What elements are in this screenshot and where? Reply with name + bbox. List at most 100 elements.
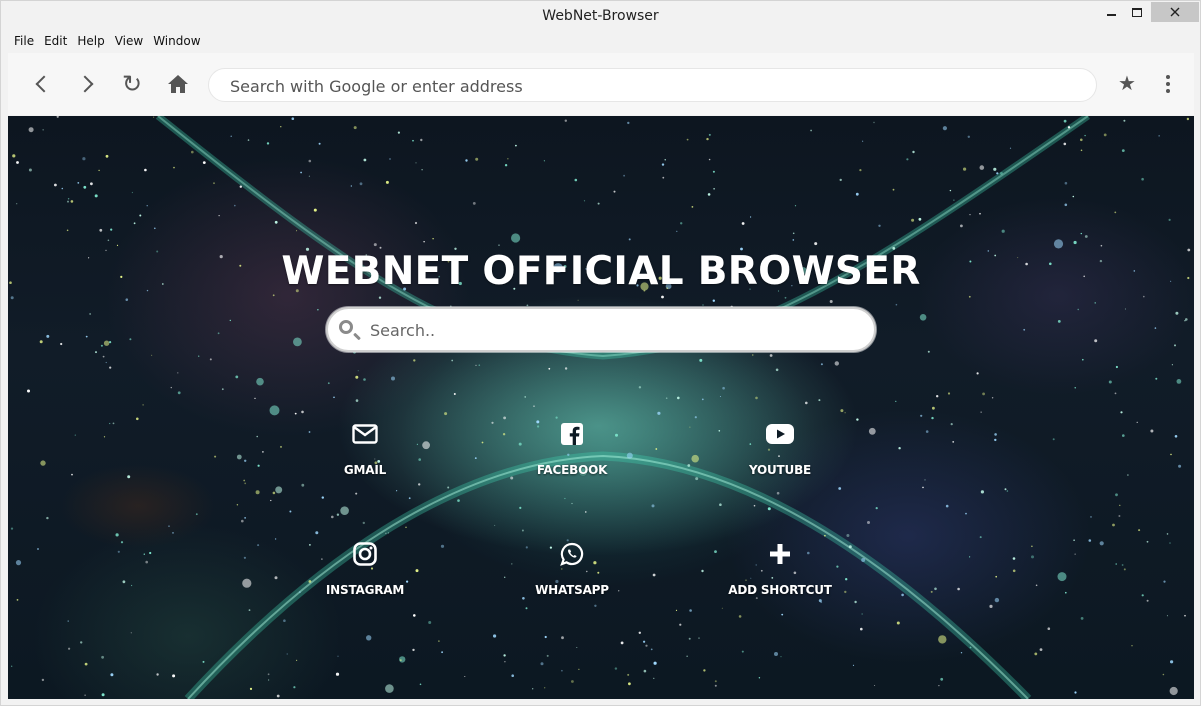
star-dot <box>149 551 152 555</box>
maximize-button[interactable] <box>1125 1 1149 23</box>
star-dot <box>1169 686 1178 696</box>
star-dot <box>950 423 953 426</box>
star-dot <box>994 433 997 436</box>
shortcut-facebook[interactable]: FACEBOOK <box>502 419 642 477</box>
star-dot <box>564 119 567 122</box>
star-dot <box>1073 240 1077 245</box>
star-dot <box>980 411 982 413</box>
star-dot <box>420 138 423 142</box>
star-dot <box>85 335 88 338</box>
star-dot <box>774 652 778 656</box>
star-dot <box>1162 673 1165 676</box>
star-dot <box>873 121 875 124</box>
star-dot <box>967 135 970 138</box>
address-input[interactable] <box>228 69 1072 103</box>
star-dot <box>1114 211 1117 214</box>
menu-edit[interactable]: Edit <box>39 32 72 52</box>
menu-file[interactable]: File <box>9 32 39 52</box>
star-dot <box>1163 580 1166 583</box>
star-dot <box>239 185 242 188</box>
star-dot <box>493 634 497 638</box>
star-dot <box>892 188 895 191</box>
star-dot <box>142 404 144 406</box>
star-dot <box>333 396 335 399</box>
minimize-button[interactable] <box>1099 1 1123 23</box>
back-button[interactable] <box>28 71 54 97</box>
youtube-icon <box>766 424 794 444</box>
page-search-input[interactable] <box>368 309 862 352</box>
maximize-icon <box>1132 7 1142 17</box>
star-dot <box>413 359 416 362</box>
star-dot <box>834 361 839 366</box>
forward-button[interactable] <box>74 71 100 97</box>
star-dot <box>1065 591 1067 594</box>
star-dot <box>318 142 321 145</box>
star-dot <box>109 341 112 344</box>
star-dot <box>389 158 391 160</box>
star-dot <box>11 665 13 667</box>
star-dot <box>301 483 305 487</box>
star-dot <box>242 578 252 588</box>
menu-view[interactable]: View <box>110 32 148 52</box>
star-dot <box>968 295 971 298</box>
browser-menu-button[interactable] <box>1158 71 1178 97</box>
star-dot <box>475 157 479 161</box>
menu-help[interactable]: Help <box>72 32 109 52</box>
star-dot <box>280 445 282 448</box>
star-dot <box>1143 295 1145 298</box>
star-dot <box>103 436 106 438</box>
add-shortcut-button[interactable]: ADD SHORTCUT <box>710 539 850 597</box>
star-dot <box>244 482 247 485</box>
star-dot <box>60 342 63 346</box>
bookmark-button[interactable]: ★ <box>1115 71 1139 97</box>
star-dot <box>895 303 898 306</box>
star-dot <box>105 361 107 364</box>
close-button[interactable] <box>1151 2 1199 22</box>
star-dot <box>699 358 703 362</box>
star-dot <box>28 127 34 133</box>
star-dot <box>583 200 586 202</box>
star-dot <box>61 187 64 190</box>
star-dot <box>993 167 997 171</box>
star-dot <box>1154 327 1157 329</box>
menu-window[interactable]: Window <box>148 32 205 52</box>
star-dot <box>571 502 573 505</box>
star-dot <box>1118 515 1121 517</box>
shortcut-gmail[interactable]: GMAIL <box>295 419 435 477</box>
star-dot <box>1090 516 1092 518</box>
star-dot <box>1031 545 1033 548</box>
page-search-box[interactable] <box>326 307 876 352</box>
new-tab-page: WEBNET OFFICIAL BROWSER GMAIL FACEBOOK <box>8 116 1194 699</box>
star-dot <box>1084 235 1088 238</box>
address-bar[interactable] <box>208 68 1097 103</box>
star-dot <box>244 517 247 519</box>
star-dot <box>110 228 113 231</box>
star-dot <box>1174 344 1176 347</box>
star-dot <box>173 166 175 169</box>
shortcut-youtube[interactable]: YOUTUBE <box>710 419 850 477</box>
star-dot <box>234 204 236 207</box>
home-button[interactable] <box>165 71 191 97</box>
star-dot <box>1184 320 1186 322</box>
star-dot <box>444 412 448 416</box>
star-dot <box>472 202 476 205</box>
star-dot <box>1074 691 1077 694</box>
star-dot <box>664 159 666 161</box>
star-dot <box>337 655 339 657</box>
star-dot <box>661 163 665 166</box>
star-dot <box>852 664 855 667</box>
star-dot <box>112 422 115 425</box>
star-dot <box>423 241 425 243</box>
reload-button[interactable]: ↻ <box>119 71 145 97</box>
star-dot <box>172 674 176 678</box>
star-dot <box>1146 540 1149 543</box>
star-dot <box>548 367 551 370</box>
star-dot <box>286 653 288 655</box>
shortcut-instagram[interactable]: INSTAGRAM <box>295 539 435 597</box>
star-dot <box>10 296 14 300</box>
star-dot <box>820 363 823 366</box>
star-dot <box>856 418 859 421</box>
shortcut-whatsapp[interactable]: WHATSAPP <box>502 539 642 597</box>
star-dot <box>614 667 618 670</box>
star-dot <box>254 397 256 399</box>
